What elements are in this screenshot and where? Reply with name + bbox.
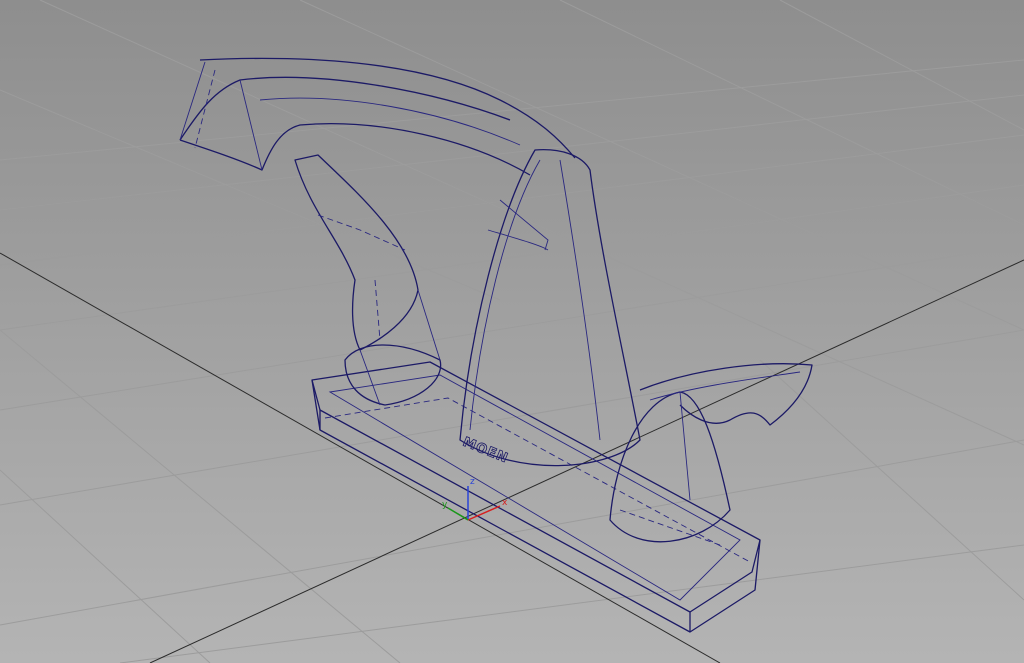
x-axis-label: x bbox=[502, 498, 508, 508]
z-axis-label: z bbox=[470, 477, 475, 487]
ground-grid bbox=[0, 0, 1024, 663]
faucet-left-handle bbox=[294, 154, 442, 406]
viewport-canvas[interactable]: MOEN z x y bbox=[0, 0, 1024, 663]
faucet-right-handle bbox=[609, 363, 813, 546]
brand-text: MOEN bbox=[461, 435, 511, 467]
y-axis-label: y bbox=[442, 500, 448, 510]
3d-viewport[interactable]: MOEN z x y bbox=[0, 0, 1024, 663]
